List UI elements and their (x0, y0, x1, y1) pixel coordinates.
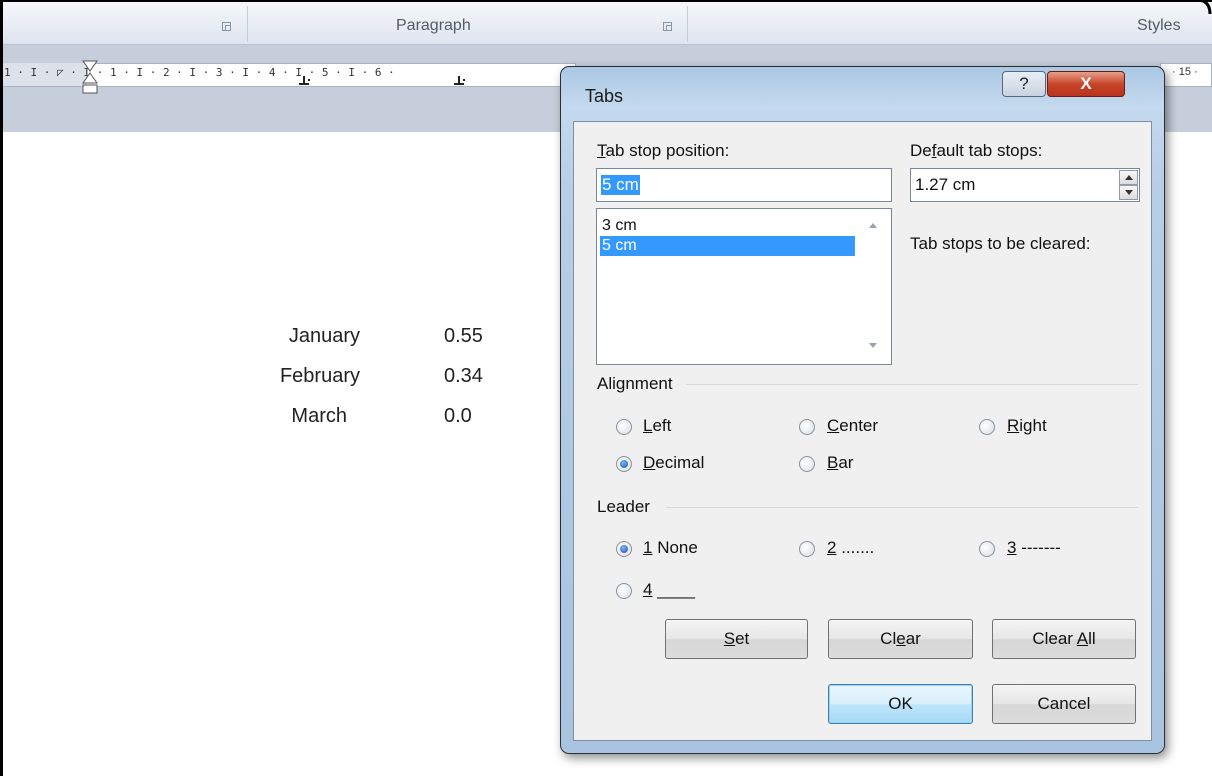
decimal-tab-stop-icon[interactable] (299, 76, 309, 85)
leader-3-radio[interactable] (979, 541, 995, 557)
spin-up-button[interactable] (1119, 170, 1138, 185)
tab-stops-cleared-label: Tab stops to be cleared: (910, 234, 1091, 253)
leader-2-radio[interactable] (799, 541, 815, 557)
default-tab-stops-value: 1.27 cm (915, 175, 976, 194)
spin-down-icon (1125, 190, 1133, 195)
set-button[interactable]: Set (665, 619, 808, 659)
alignment-right-radio[interactable] (979, 419, 995, 435)
alignment-divider (686, 384, 1138, 385)
scroll-down-icon[interactable] (869, 343, 877, 348)
alignment-bar-radio[interactable] (799, 456, 815, 472)
alignment-decimal-label[interactable]: Decimal (643, 453, 704, 473)
alignment-center-radio[interactable] (799, 419, 815, 435)
leader-3-label[interactable]: 3 ------- (1007, 538, 1061, 558)
tab-stop-position-label: Tab stop position: (597, 141, 730, 160)
leader-1-label[interactable]: 1 None (643, 538, 698, 558)
alignment-decimal-radio[interactable] (616, 456, 632, 472)
tab-stop-position-value: 5 cm (601, 175, 640, 195)
default-tab-stops-label: Default tab stops: (910, 141, 1043, 160)
alignment-bar-label[interactable]: Bar (827, 453, 853, 473)
spin-up-icon (1125, 175, 1133, 180)
clear-all-button[interactable]: Clear All (992, 619, 1136, 659)
paragraph-dialog-launcher-icon[interactable] (663, 22, 672, 31)
month-cell: March (291, 405, 347, 427)
default-tab-stops-input[interactable]: 1.27 cm (910, 168, 1140, 202)
month-cell: February (279, 365, 360, 387)
ribbon-separator (687, 6, 688, 42)
list-item-selected[interactable]: 5 cm (600, 236, 855, 256)
decimal-tab-dot (463, 79, 465, 81)
leader-2-label[interactable]: 2 ....... (827, 538, 874, 558)
alignment-left-radio[interactable] (616, 419, 632, 435)
indent-markers-icon[interactable] (82, 60, 98, 100)
list-item[interactable]: 3 cm (600, 216, 855, 236)
alignment-right-label[interactable]: Right (1007, 416, 1047, 436)
clear-button[interactable]: Clear (828, 619, 973, 659)
ribbon-separator (247, 6, 248, 42)
cancel-button[interactable]: Cancel (992, 684, 1136, 724)
default-tab-stops-spinner[interactable] (1119, 170, 1138, 200)
scroll-up-icon[interactable] (869, 223, 877, 228)
tab-stops-list[interactable]: 3 cm 5 cm (596, 208, 892, 365)
styles-group-label: Styles (1137, 17, 1181, 34)
ruler-right-text: · 15 · (1172, 66, 1198, 78)
leader-group-label: Leader (597, 497, 650, 516)
ok-button[interactable]: OK (828, 684, 973, 724)
ruler-scale-text: 1 · I · ◸ · I · 1 · I · 2 · I · 3 · I · … (4, 66, 395, 79)
font-dialog-launcher-icon[interactable] (222, 22, 231, 31)
paragraph-group-label: Paragraph (396, 17, 471, 34)
leader-1-radio[interactable] (616, 541, 632, 557)
list-scrollbar[interactable] (856, 209, 891, 364)
alignment-group-label: Alignment (597, 374, 673, 393)
alignment-left-label[interactable]: Left (643, 416, 671, 436)
value-cell: 0.34 (444, 365, 483, 387)
value-cell: 0.55 (444, 325, 483, 347)
corner-curve-icon (1199, 0, 1212, 14)
leader-4-label[interactable]: 4 ____ (643, 580, 695, 600)
spin-down-button[interactable] (1119, 185, 1138, 200)
month-cell: January (288, 325, 360, 347)
value-cell: 0.0 (444, 405, 472, 427)
dialog-title: Tabs (585, 86, 624, 106)
close-button[interactable]: X (1047, 71, 1125, 97)
alignment-center-label[interactable]: Center (827, 416, 878, 436)
ribbon-group-bar: Paragraph Styles (3, 2, 1212, 45)
help-button[interactable]: ? (1002, 71, 1046, 97)
tab-stop-position-input[interactable]: 5 cm (596, 168, 892, 202)
leader-4-radio[interactable] (616, 583, 632, 599)
leader-divider (666, 507, 1138, 508)
decimal-tab-stop-icon[interactable] (454, 76, 464, 85)
decimal-tab-dot (308, 79, 310, 81)
